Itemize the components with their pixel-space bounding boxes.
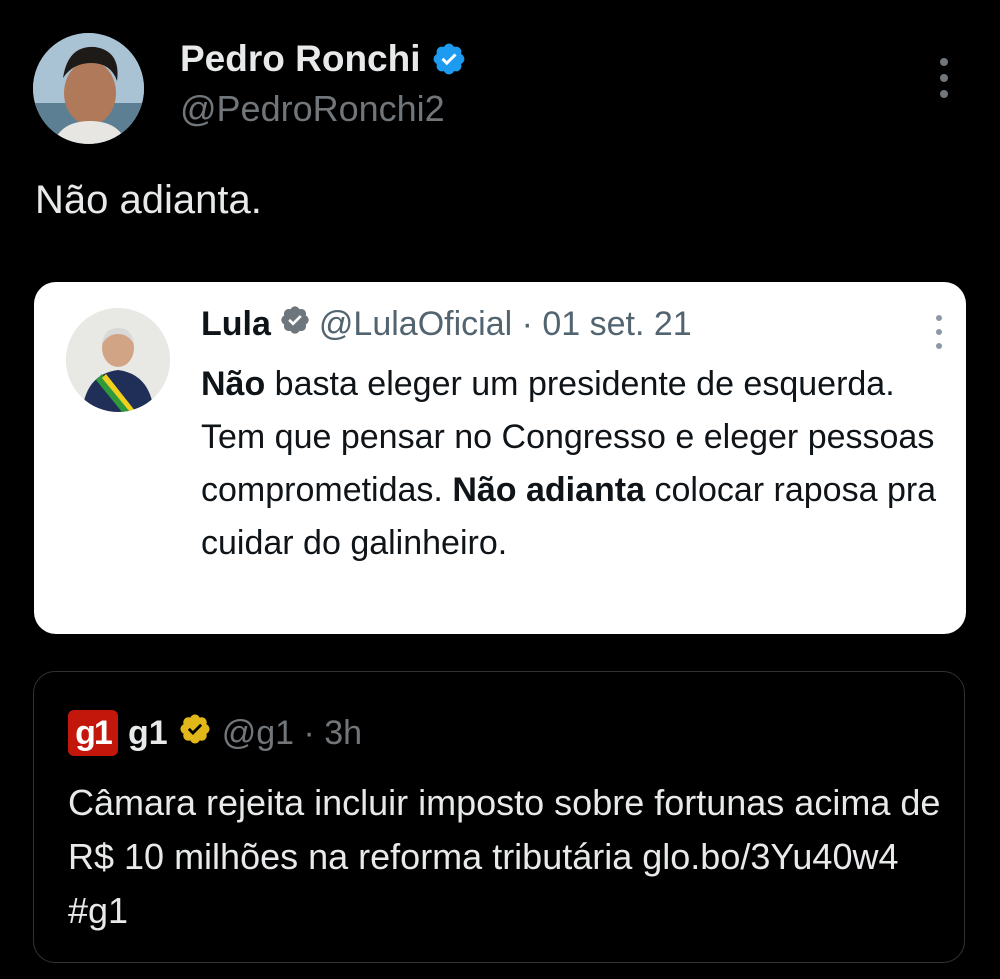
embedded-tweet-card[interactable]: g1 g1 @g1 · 3h Câmara rejeita incluir im…: [33, 671, 965, 963]
more-options-icon: [932, 315, 946, 349]
quoted-author-meta: @LulaOficial · 01 set. 21: [318, 305, 692, 343]
embedded-author-meta: @g1 · 3h: [221, 713, 363, 752]
lula-avatar-photo: [66, 308, 170, 412]
tweet-text: Não adianta.: [35, 178, 262, 222]
quoted-text-bold: Não: [201, 365, 266, 403]
attached-screenshot-image[interactable]: Lula @LulaOficial · 01 set. 21 Não basta…: [34, 282, 966, 634]
g1-logo: g1: [68, 710, 118, 756]
author-avatar[interactable]: [33, 33, 144, 144]
embedded-tweet-header: g1 g1 @g1 · 3h: [68, 710, 362, 756]
quoted-author-name: Lula: [201, 305, 271, 343]
verified-badge-icon: [431, 41, 467, 77]
quoted-tweet-text: Não basta eleger um presidente de esquer…: [201, 358, 951, 570]
author-name[interactable]: Pedro Ronchi: [180, 38, 421, 80]
quoted-tweet-header: Lula @LulaOficial · 01 set. 21: [201, 304, 692, 345]
lula-avatar: [66, 308, 170, 412]
quoted-text-bold: Não adianta: [452, 471, 646, 509]
author-handle[interactable]: @PedroRonchi2: [180, 88, 445, 130]
verified-badge-icon: [279, 304, 311, 345]
embedded-tweet-text: Câmara rejeita incluir imposto sobre for…: [68, 782, 941, 931]
embedded-author-name: g1: [128, 713, 168, 752]
author-name-row[interactable]: Pedro Ronchi: [180, 38, 467, 80]
verified-org-badge-icon: [178, 712, 212, 755]
avatar-photo: [33, 33, 144, 144]
more-options-icon[interactable]: [934, 58, 954, 98]
